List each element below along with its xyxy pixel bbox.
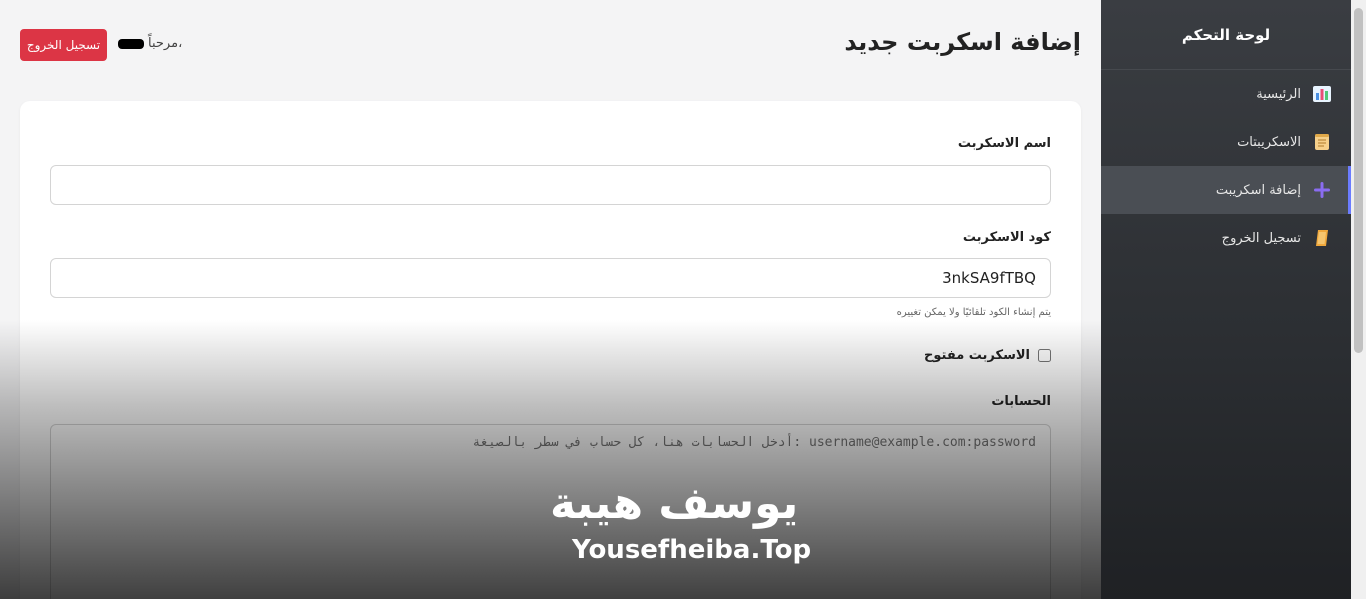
sidebar-item-label: إضافة اسكريبت xyxy=(1215,182,1301,198)
sidebar-item-label: الاسكريبتات xyxy=(1237,134,1301,150)
plus-icon xyxy=(1311,179,1333,201)
script-open-checkbox[interactable] xyxy=(1038,349,1051,362)
sidebar-item-logout[interactable]: تسجيل الخروج xyxy=(1101,214,1351,262)
bar-chart-icon xyxy=(1311,83,1333,105)
sidebar-item-home[interactable]: الرئيسية xyxy=(1101,70,1351,118)
script-code-label: كود الاسكربت xyxy=(962,230,1051,245)
redacted-username xyxy=(118,38,144,49)
watermark-arabic: يوسف هيبة xyxy=(550,478,799,529)
sidebar-item-label: الرئيسية xyxy=(1256,86,1301,102)
page-title: إضافة اسكربت جديد xyxy=(844,28,1081,56)
watermark-english: Yousefheiba.Top xyxy=(572,535,812,565)
script-open-label: الاسكربت مفتوح xyxy=(924,348,1030,363)
script-name-label: اسم الاسكربت xyxy=(957,136,1051,151)
welcome-message: مرحباً، xyxy=(118,36,182,51)
script-open-row: الاسكربت مفتوح xyxy=(924,348,1051,363)
script-code-input[interactable] xyxy=(50,258,1051,298)
scrollbar-thumb[interactable] xyxy=(1354,8,1363,353)
sidebar-item-scripts[interactable]: الاسكريبتات xyxy=(1101,118,1351,166)
sidebar: لوحة التحكم الرئيسية الاسكريبتات إضافة ا… xyxy=(1101,0,1351,599)
page-scrollbar[interactable] xyxy=(1351,0,1366,599)
logout-button[interactable]: تسجيل الخروج xyxy=(20,29,107,61)
welcome-text: مرحباً، xyxy=(148,36,183,51)
sidebar-item-label: تسجيل الخروج xyxy=(1221,230,1301,246)
accounts-label: الحسابات xyxy=(991,394,1051,409)
script-name-input[interactable] xyxy=(50,165,1051,205)
logout-scroll-icon xyxy=(1311,227,1333,249)
sidebar-item-add-script[interactable]: إضافة اسكريبت xyxy=(1101,166,1351,214)
script-code-hint: يتم إنشاء الكود تلقائيًا ولا يمكن تغييره xyxy=(896,307,1051,318)
sidebar-title: لوحة التحكم xyxy=(1101,0,1351,70)
scroll-icon xyxy=(1311,131,1333,153)
sidebar-menu: الرئيسية الاسكريبتات إضافة اسكريبت تسجيل… xyxy=(1101,70,1351,262)
